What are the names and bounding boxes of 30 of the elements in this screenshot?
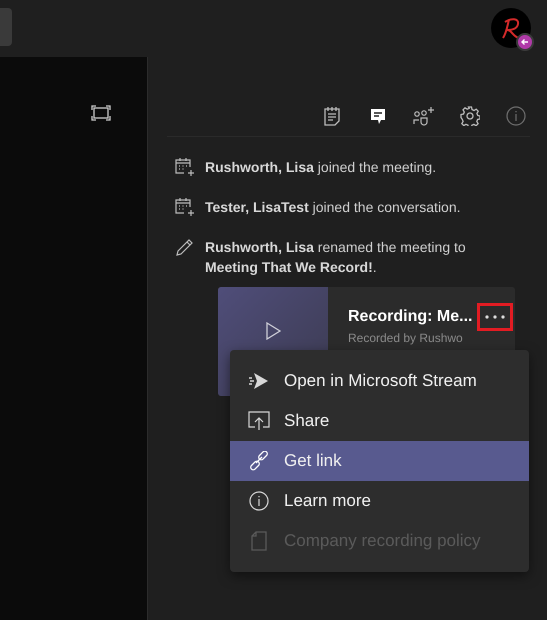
chat-icon — [369, 107, 387, 125]
info-tab[interactable] — [504, 104, 528, 128]
user-avatar[interactable] — [491, 8, 531, 48]
more-icon — [485, 315, 505, 319]
activity-message: Rushworth, Lisa renamed the meeting to Meeting That We Record!. — [205, 238, 467, 277]
fullscreen-icon[interactable] — [91, 105, 111, 121]
people-tab[interactable] — [412, 104, 436, 128]
settings-tab[interactable] — [458, 104, 482, 128]
menu-item[interactable]: Learn more — [230, 481, 529, 521]
pencil-icon — [175, 237, 195, 257]
calendar-add-icon — [175, 197, 195, 217]
more-options-button[interactable] — [477, 303, 513, 331]
menu-item[interactable]: Share — [230, 401, 529, 441]
settings-icon — [460, 106, 480, 126]
menu-item[interactable]: Open in Microsoft Stream — [230, 361, 529, 401]
link-icon — [248, 451, 270, 471]
share-icon — [248, 411, 270, 431]
leave-badge — [516, 33, 534, 51]
recording-title: Recording: Me... — [348, 308, 472, 326]
info-icon — [506, 106, 526, 126]
activity-message: Rushworth, Lisa joined the meeting. — [205, 158, 436, 177]
recording-subtitle: Recorded by Rushwo — [348, 331, 464, 345]
activity-message: Tester, LisaTest joined the conversation. — [205, 198, 461, 217]
calendar-add-icon — [175, 157, 195, 177]
menu-item[interactable]: Get link — [230, 441, 529, 481]
add-people-icon — [413, 106, 435, 126]
notes-icon — [323, 106, 341, 126]
stream-icon — [248, 372, 270, 390]
info-icon — [248, 491, 270, 511]
play-icon — [265, 322, 281, 340]
